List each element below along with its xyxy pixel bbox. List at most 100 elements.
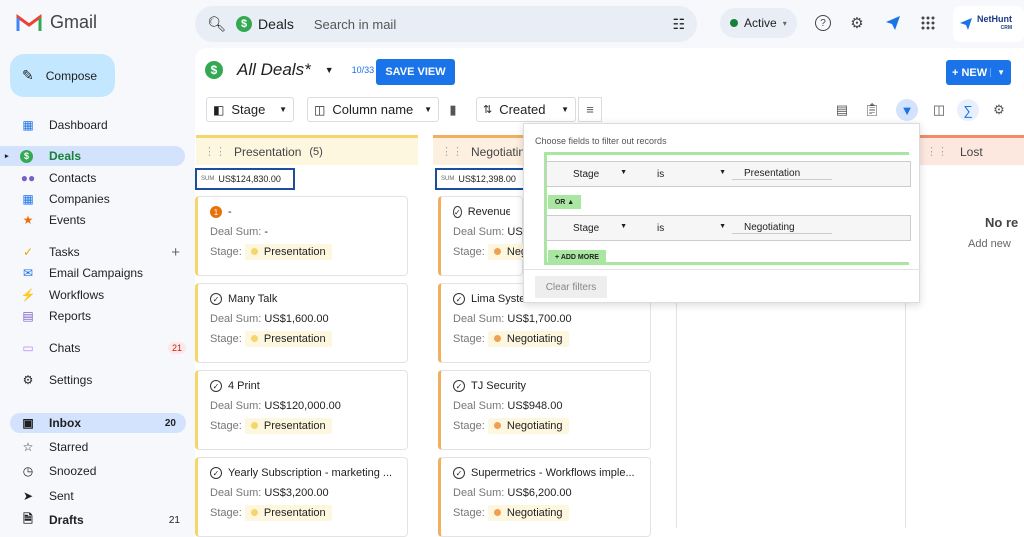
sidebar-item-tasks[interactable]: ✓ Tasks + — [0, 242, 190, 262]
drag-handle-icon[interactable]: ⋮⋮ — [926, 145, 948, 158]
or-toggle-button[interactable]: OR ▲ — [548, 195, 581, 209]
sidebar-item-inbox[interactable]: ▣ Inbox 20 — [10, 413, 186, 433]
sidebar-item-dashboard[interactable]: ▦ Dashboard — [0, 115, 190, 135]
sidebar-item-workflows[interactable]: ⚡ Workflows — [0, 285, 190, 305]
deal-name: 4 Print — [228, 380, 260, 392]
sidebar-item-drafts[interactable]: 🗎︎ Drafts 21 — [0, 510, 190, 530]
chats-badge: 21 — [167, 342, 186, 354]
deal-card[interactable]: ✓ 4 Print Deal Sum: US$120,000.00 Stage: … — [195, 370, 408, 450]
gear-icon[interactable]: ⚙ — [988, 99, 1010, 121]
tasks-icon: ✓ — [22, 245, 34, 259]
column-sum-negotiating: SUM US$12,398.00 — [435, 168, 525, 190]
sum-icon[interactable]: ∑ — [957, 99, 979, 121]
deal-name: Many Talk — [228, 293, 278, 305]
dollar-icon: $ — [236, 16, 253, 32]
view-title[interactable]: All Deals* — [237, 60, 311, 80]
sort-by-select[interactable]: ⇅ Created ▼ — [476, 97, 576, 122]
stage-chip: Presentation — [244, 331, 332, 347]
sidebar-item-email-campaigns[interactable]: ✉ Email Campaigns — [0, 263, 190, 283]
empty-state-title: No re — [985, 215, 1019, 230]
filter-icon[interactable]: ▼ — [896, 99, 918, 121]
bar-chart-icon[interactable]: ▮ — [442, 99, 464, 121]
apps-grid-icon[interactable] — [917, 12, 939, 34]
column-header-negotiating[interactable]: ⋮⋮ Negotiating — [433, 135, 532, 165]
deal-card[interactable]: ✓ TJ Security Deal Sum: US$948.00 Stage: … — [438, 370, 651, 450]
filter-operator-select[interactable]: is ▼ — [641, 169, 726, 180]
clear-filters-button[interactable]: Clear filters — [535, 276, 607, 298]
nethunt-extension-icon[interactable] — [882, 12, 904, 34]
divider — [524, 269, 921, 270]
sidebar-item-companies[interactable]: ▦ Companies — [0, 189, 190, 209]
check-circle-icon[interactable]: ✓ — [210, 380, 222, 392]
chevron-down-icon[interactable]: ▼ — [990, 68, 1005, 77]
help-icon[interactable]: ? — [812, 12, 834, 34]
columns-icon[interactable]: ◫ — [928, 99, 950, 121]
account-avatar[interactable]: NetHunt CRM — [953, 6, 1024, 42]
campaigns-icon: ✉ — [22, 266, 34, 280]
sidebar-item-starred[interactable]: ☆ Starred — [0, 437, 190, 457]
deal-card[interactable]: ✓ Supermetrics - Workflows imple... Deal … — [438, 457, 651, 537]
deal-card[interactable]: ✓ Yearly Subscription - marketing ... Dea… — [195, 457, 408, 537]
deal-name: Yearly Subscription - marketing ... — [228, 467, 393, 479]
nethunt-logo-icon — [960, 18, 972, 30]
filter-field-select[interactable]: Stage ▼ — [547, 169, 627, 180]
star-outline-icon: ☆ — [22, 440, 34, 454]
empty-state-link[interactable]: Add new — [968, 238, 1011, 250]
deal-name: Revenue Lo — [467, 206, 510, 218]
badge-icon: 1 — [210, 206, 222, 218]
search-icon[interactable]: 🔍︎ — [207, 15, 226, 33]
save-view-button[interactable]: SAVE VIEW — [376, 59, 455, 85]
filter-value-input[interactable]: Negotiating — [732, 222, 832, 234]
filter-value-input[interactable]: Presentation — [732, 168, 832, 180]
sidebar-item-snoozed[interactable]: ◷ Snoozed — [0, 461, 190, 481]
deal-card[interactable]: 1- Deal Sum: - Stage: Presentation — [195, 196, 408, 276]
column-header-lost[interactable]: ⋮⋮ Lost — [918, 135, 1024, 165]
dollar-icon: $ — [20, 149, 33, 163]
dashboard-icon: ▦ — [22, 118, 34, 132]
sidebar-item-sent[interactable]: ➤ Sent — [0, 486, 190, 506]
deal-name: - — [228, 206, 232, 218]
sort-order-icon[interactable]: ≡ — [578, 97, 602, 122]
drag-handle-icon[interactable]: ⋮⋮ — [204, 145, 226, 158]
check-circle-icon[interactable]: ✓ — [210, 293, 222, 305]
compose-button[interactable]: ✎ Compose — [10, 54, 115, 97]
sidebar-item-deals[interactable]: ▸ $ Deals — [0, 146, 185, 166]
search-bar[interactable]: 🔍︎ $ Deals Search in mail ☷ — [195, 6, 697, 42]
check-circle-icon[interactable]: ✓ — [453, 380, 465, 392]
search-options-icon[interactable]: ☷ — [672, 16, 685, 33]
search-deals-chip[interactable]: $ Deals — [236, 16, 294, 32]
column-name-select[interactable]: ◫ Column name ▼ — [307, 97, 439, 122]
check-circle-icon[interactable]: ✓ — [453, 293, 465, 305]
status-toggle[interactable]: Active ▾ — [720, 8, 797, 38]
column-header-presentation[interactable]: ⋮⋮ Presentation (5) — [196, 135, 418, 165]
sidebar-item-events[interactable]: ★ Events — [0, 210, 190, 230]
sidebar-item-contacts[interactable]: ●● Contacts — [0, 168, 190, 188]
card-view-icon[interactable]: ▤ — [831, 99, 853, 121]
deal-card[interactable]: ✓Revenue Lo Deal Sum: US$ Stage: Neg — [438, 196, 534, 276]
sidebar-item-chats[interactable]: ▭ Chats 21 — [0, 338, 190, 358]
contacts-icon: ●● — [20, 171, 36, 185]
filter-operator-select[interactable]: is ▼ — [641, 223, 726, 234]
add-task-icon[interactable]: + — [171, 244, 180, 261]
clipboard-icon[interactable]: 📋︎ — [861, 99, 883, 121]
gmail-logo[interactable]: Gmail — [16, 12, 97, 33]
filter-field-select[interactable]: Stage ▼ — [547, 223, 627, 234]
sidebar-item-reports[interactable]: ▤ Reports — [0, 306, 190, 326]
filter-row: Stage ▼ is ▼ Presentation — [546, 161, 911, 187]
check-circle-icon[interactable]: ✓ — [453, 206, 462, 218]
status-dot-icon — [730, 19, 738, 27]
companies-icon: ▦ — [22, 192, 34, 206]
search-input[interactable]: Search in mail — [314, 17, 663, 32]
check-circle-icon[interactable]: ✓ — [453, 467, 465, 479]
gear-icon[interactable]: ⚙ — [846, 12, 868, 34]
sidebar-item-settings[interactable]: ⚙ Settings — [0, 370, 190, 390]
view-dropdown-icon[interactable]: ▼ — [325, 65, 334, 75]
deal-card[interactable]: ✓ Many Talk Deal Sum: US$1,600.00 Stage: … — [195, 283, 408, 363]
stage-chip: Negotiating — [487, 505, 569, 521]
drag-handle-icon[interactable]: ⋮⋮ — [441, 145, 463, 158]
sort-arrows-icon: ⇅ — [483, 104, 493, 116]
check-circle-icon[interactable]: ✓ — [210, 467, 222, 479]
add-more-filter-button[interactable]: + ADD MORE — [548, 250, 606, 264]
new-record-button[interactable]: + NEW ▼ — [946, 60, 1011, 85]
group-by-select[interactable]: ◧ Stage ▼ — [206, 97, 294, 122]
